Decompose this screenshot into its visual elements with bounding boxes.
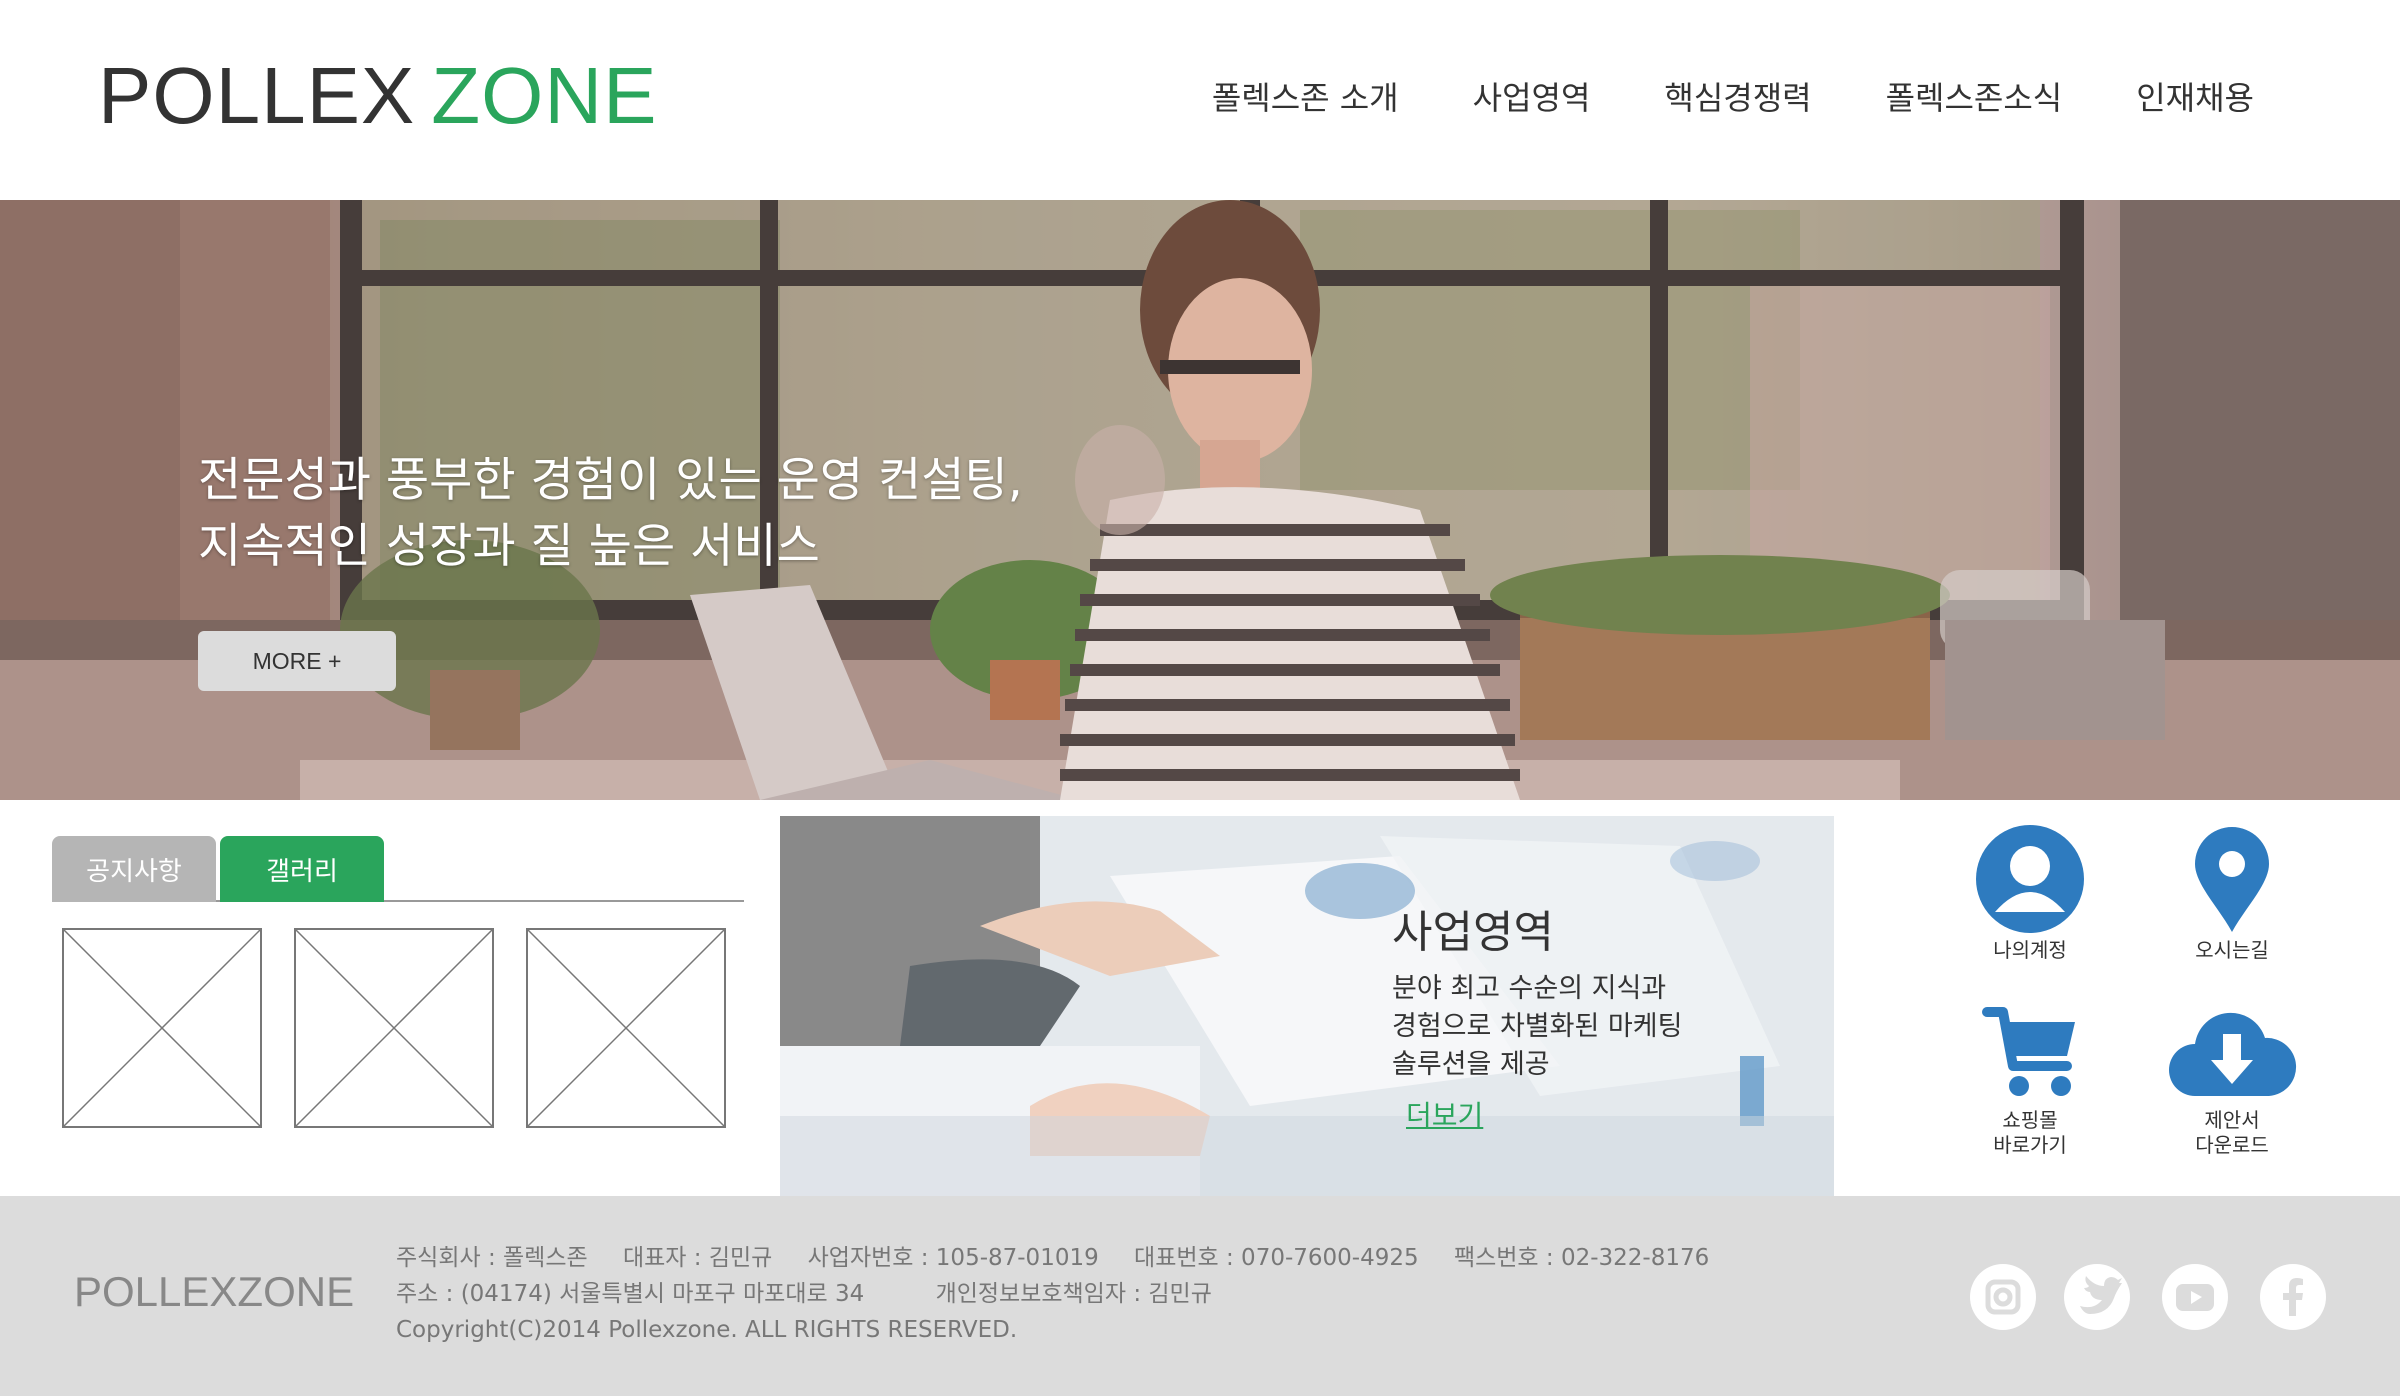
footer-ceo: 대표자 : 김민규: [622, 1245, 773, 1271]
business-title: 사업영역: [1392, 907, 1554, 958]
business-desc-line: 분야 최고 수순의 지식과: [1392, 973, 1667, 1004]
business-desc-line: 솔루션을 제공: [1392, 1049, 1550, 1080]
site-logo[interactable]: POLLEX ZONE: [98, 50, 658, 142]
hero-line-1: 전문성과 풍부한 경험이 있는 운영 컨설팅,: [198, 453, 1023, 508]
quick-directions[interactable]: 오시는길: [2162, 824, 2302, 963]
hero-banner: 전문성과 풍부한 경험이 있는 운영 컨설팅, 지속적인 성장과 질 높은 서비…: [0, 200, 2400, 800]
footer-phone: 대표번호 : 070-7600-4925: [1134, 1245, 1419, 1271]
shopping-cart-icon: [1982, 1007, 2075, 1096]
footer-privacy: 개인정보보호책임자 : 김민규: [935, 1281, 1212, 1307]
map-pin-icon: [2195, 827, 2269, 932]
page: POLLEX ZONE 폴렉스존 소개 사업영역 핵심경쟁력 폴렉스존소식 인재채…: [0, 0, 2400, 1396]
gallery-thumb-placeholder[interactable]: [294, 928, 494, 1128]
business-more-link[interactable]: 더보기: [1406, 1094, 1483, 1134]
nav-item-about[interactable]: 폴렉스존 소개: [1212, 72, 1399, 124]
cloud-download-icon: [2169, 1012, 2297, 1096]
twitter-icon[interactable]: [2064, 1264, 2130, 1330]
youtube-icon[interactable]: [2162, 1264, 2228, 1330]
logo-pollex: POLLEX: [98, 51, 416, 140]
hero-line-2: 지속적인 성장과 질 높은 서비스: [198, 519, 820, 574]
quick-download-label-1: 제안서: [2204, 1108, 2260, 1132]
gallery-thumb-placeholder[interactable]: [62, 928, 262, 1128]
main-nav: 폴렉스존 소개 사업영역 핵심경쟁력 폴렉스존소식 인재채용: [1212, 72, 2254, 124]
footer-info-line-2: 주소 : (04174) 서울특별시 마포구 마포대로 34 개인정보보호책임자…: [396, 1276, 1709, 1312]
nav-item-news[interactable]: 폴렉스존소식: [1886, 72, 2063, 124]
board-tabs: 공지사항 갤러리: [52, 836, 744, 902]
footer-fax: 팩스번호 : 02-322-8176: [1453, 1245, 1710, 1271]
gallery-thumbnails: [62, 928, 728, 1128]
quick-shop-label-1: 쇼핑몰: [2002, 1108, 2058, 1132]
quick-account-label: 나의계정: [1993, 938, 2067, 962]
footer-info-line-1: 주식회사 : 폴렉스존 대표자 : 김민규 사업자번호 : 105-87-010…: [396, 1240, 1709, 1276]
more-button[interactable]: MORE +: [198, 631, 396, 691]
gallery-thumb-placeholder[interactable]: [526, 928, 726, 1128]
nav-item-business[interactable]: 사업영역: [1473, 72, 1591, 124]
business-desc-line: 경험으로 차별화된 마케팅: [1392, 1011, 1683, 1042]
quick-account[interactable]: 나의계정: [1960, 824, 2100, 963]
business-section: 사업영역 분야 최고 수순의 지식과 경험으로 차별화된 마케팅 솔루션을 제공…: [780, 816, 1834, 1196]
tab-gallery[interactable]: 갤러리: [220, 836, 384, 902]
hero-headline: 전문성과 풍부한 경험이 있는 운영 컨설팅, 지속적인 성장과 질 높은 서비…: [198, 448, 1023, 580]
footer-company: 주식회사 : 폴렉스존: [396, 1245, 588, 1271]
tab-notice[interactable]: 공지사항: [52, 836, 216, 902]
footer-logo: POLLEXZONE: [74, 1268, 355, 1315]
quick-shop[interactable]: 쇼핑몰 바로가기: [1960, 1004, 2100, 1158]
quick-menu: 나의계정 오시는길 쇼핑몰 바로가기 제안서 다운로드: [1960, 824, 2360, 1194]
quick-download-label-2: 다운로드: [2195, 1133, 2269, 1157]
site-footer: POLLEXZONE 주식회사 : 폴렉스존 대표자 : 김민규 사업자번호 :…: [0, 1196, 2400, 1396]
footer-company-info: 주식회사 : 폴렉스존 대표자 : 김민규 사업자번호 : 105-87-010…: [396, 1240, 1709, 1348]
footer-copyright: Copyright(C)2014 Pollexzone. ALL RIGHTS …: [396, 1317, 1018, 1343]
business-description: 분야 최고 수순의 지식과 경험으로 차별화된 마케팅 솔루션을 제공: [1392, 970, 1682, 1084]
user-icon: [1976, 825, 2084, 933]
facebook-icon[interactable]: [2260, 1264, 2326, 1330]
quick-directions-label: 오시는길: [2195, 938, 2269, 962]
footer-biz-no: 사업자번호 : 105-87-01019: [807, 1245, 1099, 1271]
instagram-icon[interactable]: [1970, 1264, 2036, 1330]
site-header: POLLEX ZONE 폴렉스존 소개 사업영역 핵심경쟁력 폴렉스존소식 인재채…: [0, 0, 2400, 200]
quick-shop-label-2: 바로가기: [1993, 1133, 2067, 1157]
footer-address: 주소 : (04174) 서울특별시 마포구 마포대로 34: [396, 1281, 865, 1307]
logo-zone: ZONE: [431, 51, 658, 140]
quick-download[interactable]: 제안서 다운로드: [2162, 1004, 2302, 1158]
nav-item-recruit[interactable]: 인재채용: [2136, 72, 2254, 124]
nav-item-competence[interactable]: 핵심경쟁력: [1664, 72, 1811, 124]
